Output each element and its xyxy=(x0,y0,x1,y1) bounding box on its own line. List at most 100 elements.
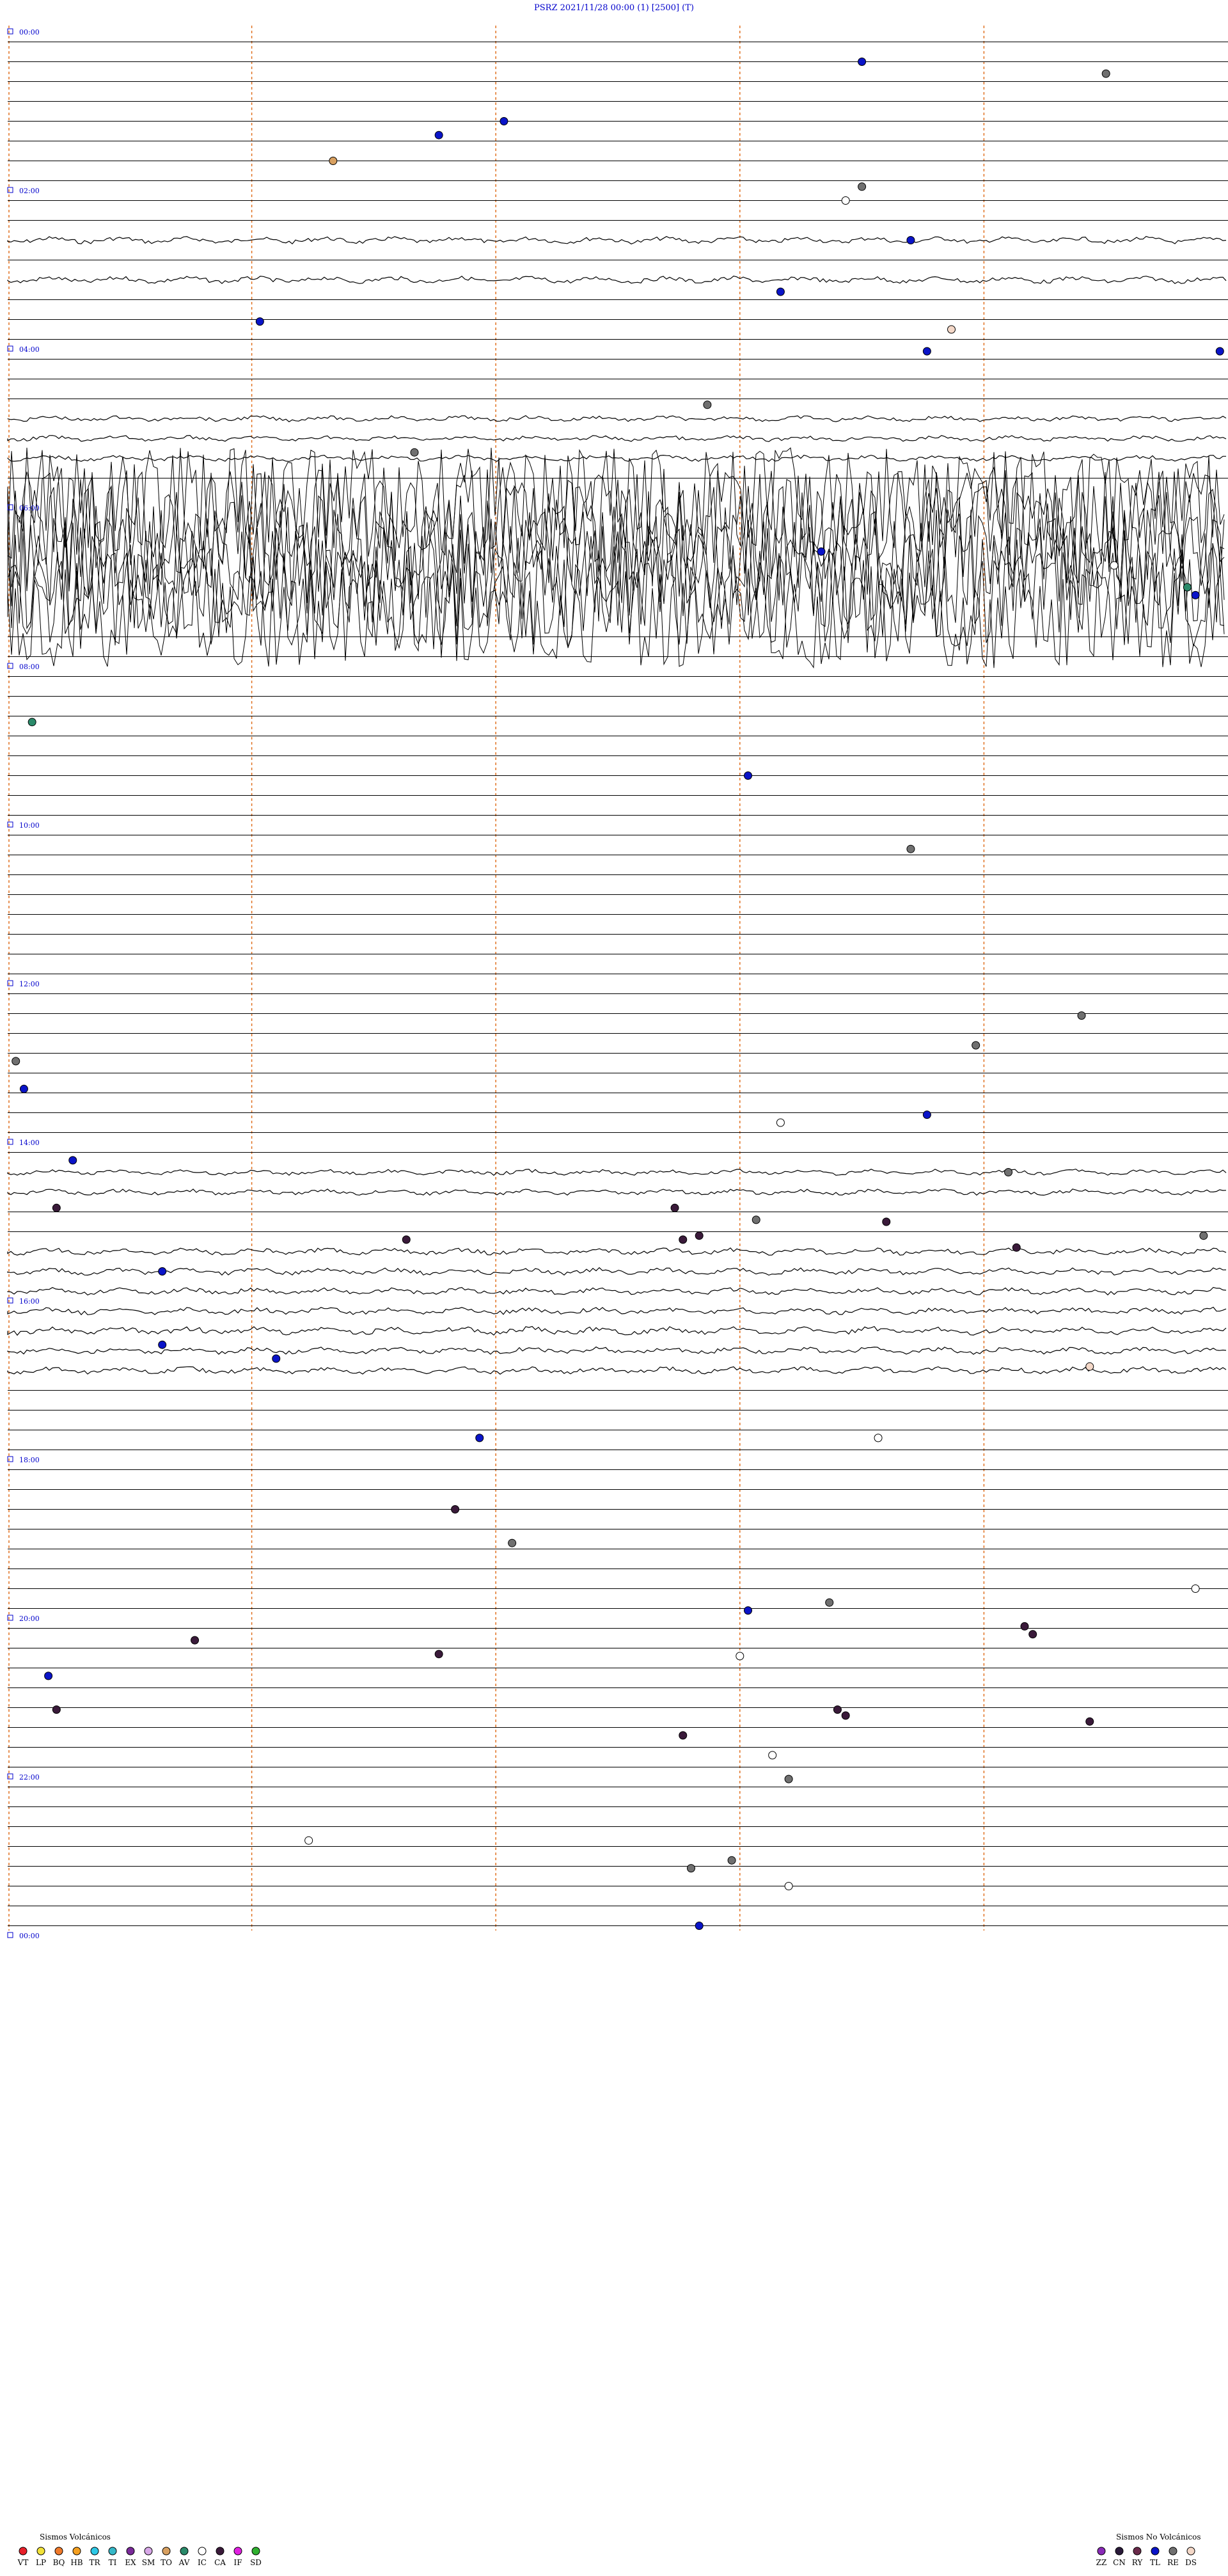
event-marker-tl xyxy=(1215,347,1224,356)
seismic-trace xyxy=(7,1306,1227,1316)
event-marker-ca xyxy=(670,1203,679,1212)
event-marker-ca xyxy=(833,1705,842,1714)
legend-non-volcanic-title: Sismos No Volcánicos xyxy=(1116,2533,1201,2541)
seismic-trace xyxy=(7,415,1227,423)
legend-swatch-ry xyxy=(1133,2547,1142,2556)
hour-label: 00:00 xyxy=(19,28,40,36)
legend-swatch-re xyxy=(1169,2547,1177,2556)
legend-swatch-ex xyxy=(126,2547,135,2556)
legend-code-ry: RY xyxy=(1132,2558,1144,2567)
event-marker-ca xyxy=(882,1217,891,1226)
event-marker-re xyxy=(825,1598,834,1607)
seismic-trace xyxy=(7,1247,1227,1256)
event-marker-tl xyxy=(1191,590,1200,599)
legend-code-tr: TR xyxy=(89,2558,100,2567)
legend-swatch-av xyxy=(180,2547,189,2556)
helicorder-chart: PSRZ 2021/11/28 00:00 (1) [2500] (T) 00:… xyxy=(7,3,1228,2567)
event-marker-re xyxy=(727,1856,736,1865)
seismic-trace xyxy=(7,235,1227,245)
legend-swatch-sd xyxy=(251,2547,260,2556)
legend-swatch-if xyxy=(233,2547,242,2556)
legend-code-bq: BQ xyxy=(53,2558,65,2567)
seismic-trace xyxy=(7,1346,1227,1355)
event-marker-ic xyxy=(304,1836,313,1845)
legend-code-ti: TI xyxy=(109,2558,117,2567)
legend-swatch-bq xyxy=(54,2547,63,2556)
hour-label: 08:00 xyxy=(19,663,40,671)
event-marker-tl xyxy=(475,1434,484,1442)
event-marker-re xyxy=(686,1864,695,1873)
event-marker-tl xyxy=(44,1671,53,1680)
event-marker-ca xyxy=(1028,1630,1037,1639)
minute-marker-layer xyxy=(8,26,985,1931)
chart-title: PSRZ 2021/11/28 00:00 (1) [2500] (T) xyxy=(534,3,694,13)
legend-swatch-lp xyxy=(36,2547,45,2556)
seismic-trace xyxy=(7,1267,1227,1276)
legend-volcanic-title: Sismos Volcánicos xyxy=(40,2533,111,2541)
hour-label: 02:00 xyxy=(19,187,40,195)
hour-marker-box xyxy=(7,1139,13,1145)
event-marker-ic xyxy=(768,1751,777,1760)
event-marker-ic xyxy=(736,1652,744,1661)
legend-code-to: TO xyxy=(161,2558,172,2567)
seismic-trace xyxy=(7,1286,1227,1296)
hour-label: 12:00 xyxy=(19,980,40,988)
event-marker-re xyxy=(508,1538,517,1547)
hour-marker-box xyxy=(7,663,13,669)
event-marker-tl xyxy=(858,58,867,66)
seismic-trace xyxy=(7,1189,1227,1196)
legend-swatch-sm xyxy=(144,2547,153,2556)
event-marker-tl xyxy=(255,317,264,326)
legend-swatch-tr xyxy=(90,2547,99,2556)
hour-marker-box xyxy=(7,1773,13,1780)
event-marker-ic xyxy=(841,196,850,205)
legend-swatch-cn xyxy=(1115,2547,1124,2556)
event-marker-re xyxy=(1004,1168,1013,1176)
event-marker-ca xyxy=(679,1235,688,1244)
legend-code-cn: CN xyxy=(1113,2558,1126,2567)
legend-swatch-tl xyxy=(1151,2547,1160,2556)
hour-marker-box xyxy=(7,980,13,986)
legend-swatch-to xyxy=(162,2547,171,2556)
legend-code-if: IF xyxy=(233,2558,242,2567)
event-marker-tl xyxy=(695,1922,704,1930)
hour-label: 14:00 xyxy=(19,1139,40,1147)
event-marker-tl xyxy=(500,117,508,125)
event-marker-re xyxy=(784,1774,793,1783)
event-marker-av xyxy=(1183,583,1192,592)
event-marker-ca xyxy=(679,1731,688,1740)
event-marker-tl xyxy=(19,1084,28,1093)
legend-code-re: RE xyxy=(1167,2558,1179,2567)
event-marker-ca xyxy=(52,1705,61,1714)
legend-swatch-hb xyxy=(72,2547,81,2556)
legend-code-sm: SM xyxy=(142,2558,155,2567)
seismic-trace xyxy=(7,486,1225,588)
legend-code-ca: CA xyxy=(214,2558,226,2567)
legend-swatch-ti xyxy=(108,2547,117,2556)
event-marker-tl xyxy=(922,347,931,356)
legend-code-lp: LP xyxy=(36,2558,46,2567)
hour-marker-box xyxy=(7,1456,13,1462)
event-marker-re xyxy=(1199,1231,1208,1240)
event-marker-ca xyxy=(434,1650,443,1659)
event-marker-ca xyxy=(1012,1243,1021,1252)
event-marker-ds xyxy=(1085,1362,1094,1371)
legend-swatch-ca xyxy=(216,2547,224,2556)
hour-label: 22:00 xyxy=(19,1773,40,1782)
legend-code-av: AV xyxy=(178,2558,190,2567)
event-marker-re xyxy=(1077,1011,1086,1020)
hour-label: 00:00 xyxy=(19,1932,40,1940)
seismic-trace xyxy=(7,1168,1227,1176)
event-marker-ca xyxy=(1085,1717,1094,1726)
seismic-trace xyxy=(7,454,1226,462)
legend-swatch-ic xyxy=(198,2547,207,2556)
hour-label: 04:00 xyxy=(19,345,40,354)
legend-non-volcanic: Sismos No Volcánicos ZZ CN RY TL RE DS xyxy=(1096,2533,1201,2567)
legend-code-zz: ZZ xyxy=(1096,2558,1107,2567)
seismic-trace xyxy=(7,1325,1227,1336)
event-marker-ic xyxy=(784,1882,793,1890)
seismic-trace xyxy=(7,1366,1227,1375)
legend-code-ds: DS xyxy=(1185,2558,1197,2567)
event-marker-re xyxy=(703,400,712,409)
hour-label: 16:00 xyxy=(19,1297,40,1306)
